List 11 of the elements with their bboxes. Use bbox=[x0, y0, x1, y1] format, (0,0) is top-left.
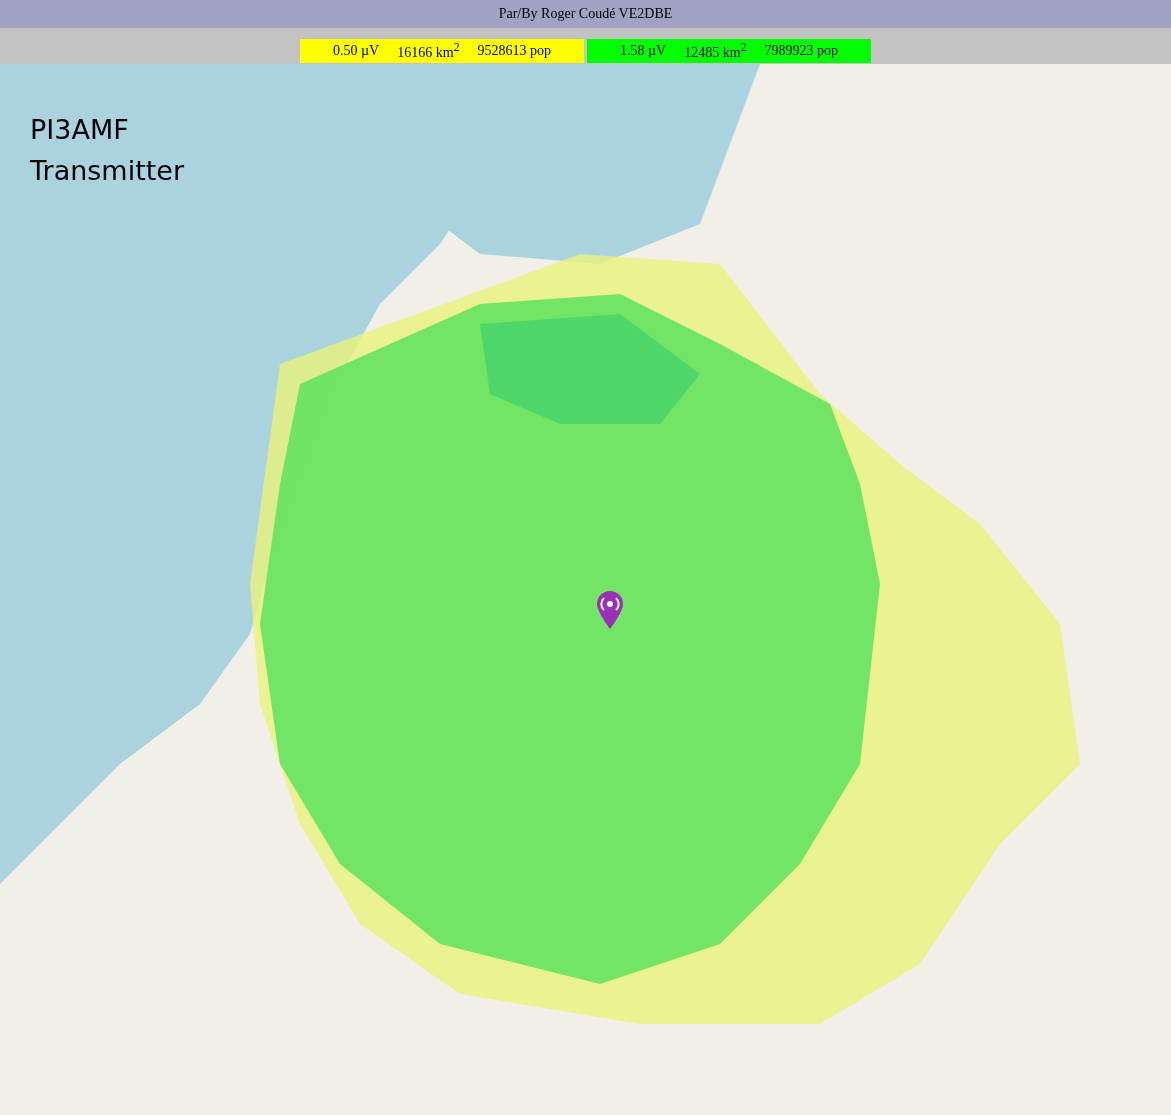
credit-text: Par/By Roger Coudé VE2DBE bbox=[498, 6, 673, 22]
area-text: 16166 km$^{2}$ bbox=[397, 41, 460, 61]
population-text: 7989923 pop bbox=[764, 43, 838, 59]
map-title-text: Transmitter bbox=[30, 155, 185, 186]
population-text: 9528613 pop bbox=[477, 43, 551, 59]
coverage-map[interactable]: PI3AMF Transmitter bbox=[0, 64, 1171, 1115]
area-text: 12485 km$^{2}$ bbox=[684, 41, 747, 61]
map-title-text: PI3AMF bbox=[30, 114, 130, 145]
transmitter-pin-icon[interactable] bbox=[596, 590, 624, 630]
signal-level-text: 0.50 µV bbox=[333, 43, 380, 59]
signal-level-text: 1.58 µV bbox=[620, 43, 667, 59]
